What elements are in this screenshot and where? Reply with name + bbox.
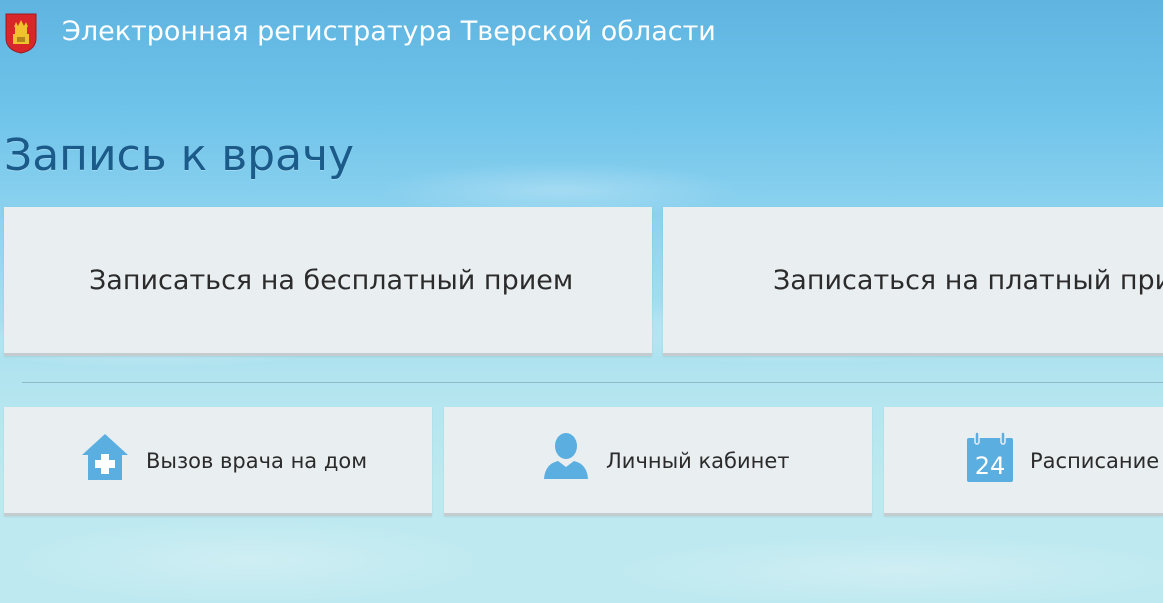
schedule-button[interactable]: 24 Расписание: [884, 407, 1163, 516]
personal-cabinet-label: Личный кабинет: [606, 449, 790, 473]
calendar-icon: 24: [967, 431, 1013, 482]
paid-appointment-label: Записаться на платный при: [773, 265, 1163, 296]
site-title: Электронная регистратура Тверской област…: [62, 16, 716, 47]
house-plus-icon: [82, 434, 128, 480]
calendar-day-number: 24: [975, 452, 1006, 480]
site-header: Электронная регистратура Тверской област…: [0, 0, 1163, 70]
divider: [22, 382, 1163, 383]
free-appointment-label: Записаться на бесплатный прием: [89, 265, 574, 296]
home-visit-button[interactable]: Вызов врача на дом: [4, 407, 432, 516]
free-appointment-button[interactable]: Записаться на бесплатный прием: [4, 207, 652, 356]
home-visit-label: Вызов врача на дом: [146, 449, 368, 473]
tver-coat-of-arms-icon[interactable]: [4, 12, 38, 54]
personal-cabinet-button[interactable]: Личный кабинет: [444, 407, 872, 516]
schedule-label: Расписание: [1030, 449, 1160, 473]
user-icon: [544, 433, 588, 479]
paid-appointment-button[interactable]: Записаться на платный при: [663, 207, 1163, 356]
page-title: Запись к врачу: [4, 130, 355, 181]
